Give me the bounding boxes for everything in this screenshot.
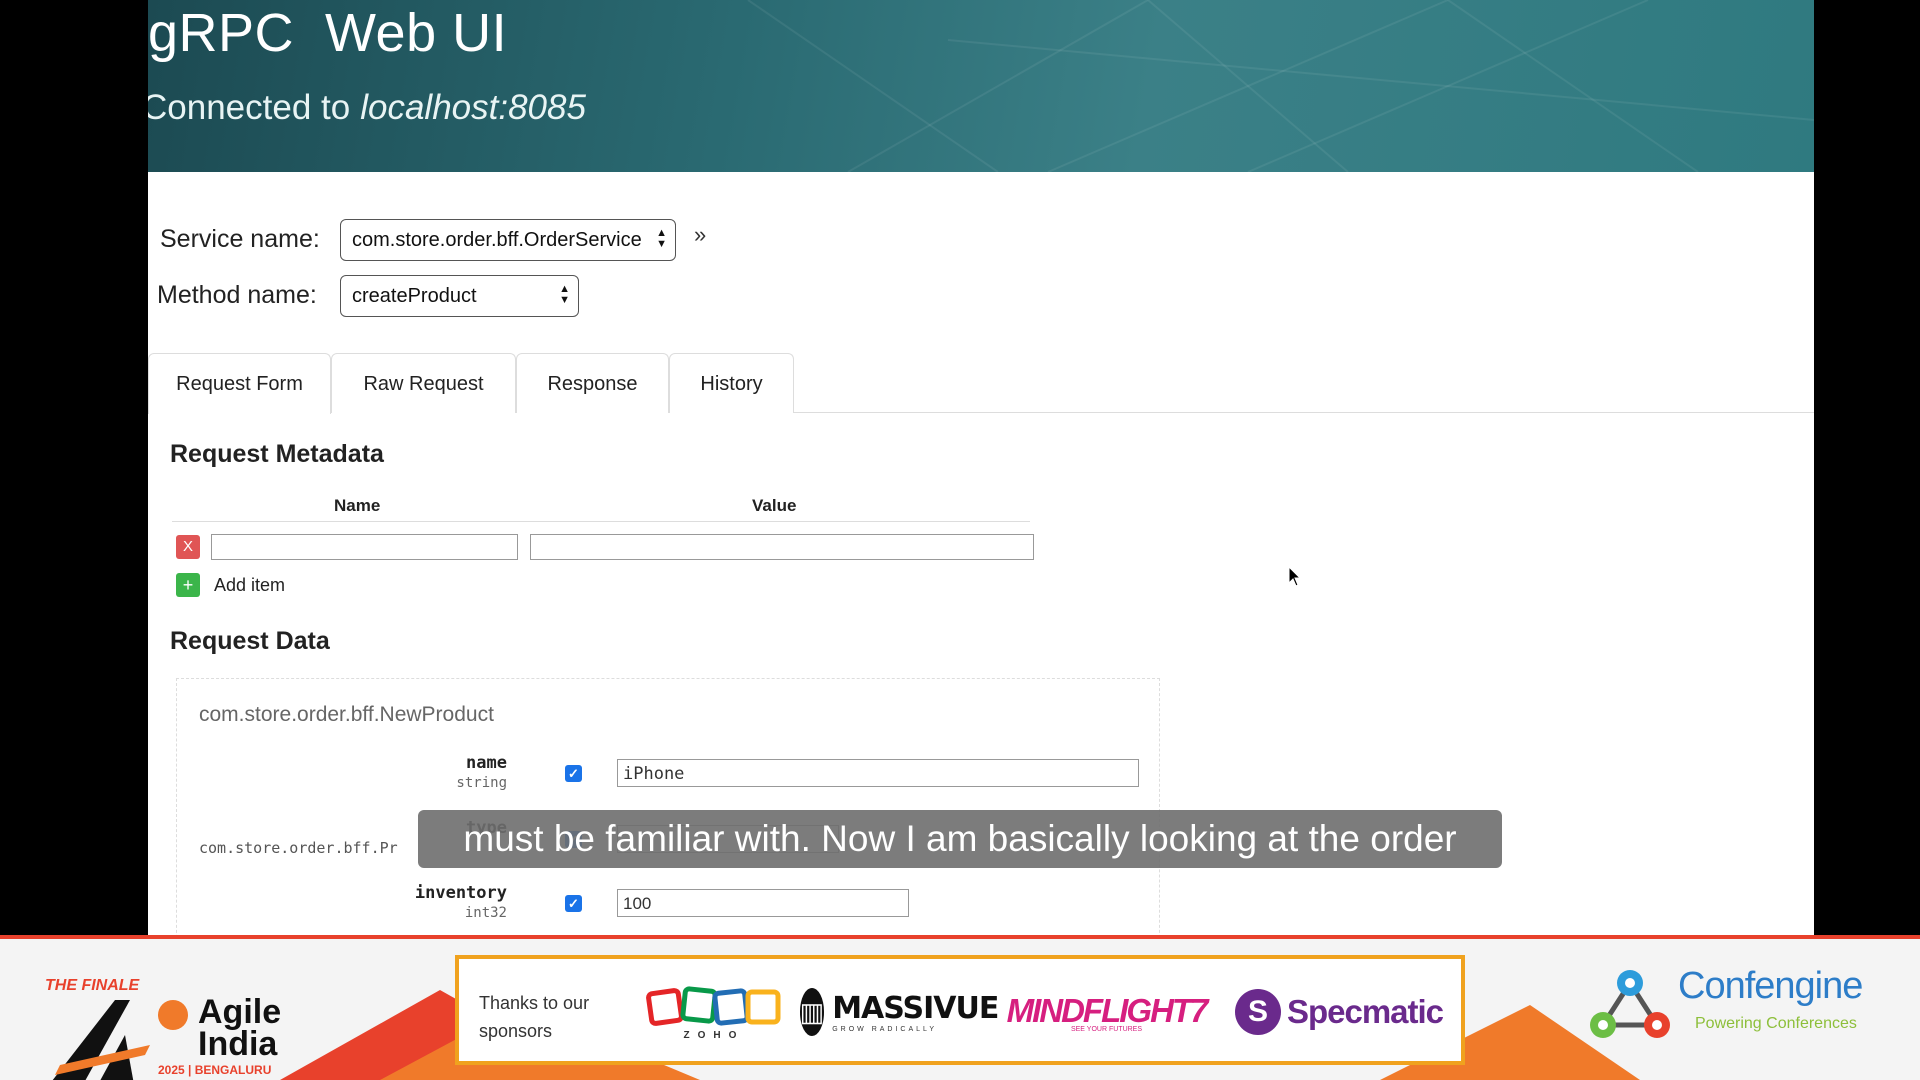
field-inventory-type-label: int32 (464, 905, 507, 921)
mindflight7-logo: MINDFLIGHT7 SEE YOUR FUTURES (1007, 979, 1209, 1045)
tab-request-form[interactable]: Request Form (148, 353, 331, 414)
event-name-2: India (198, 1025, 278, 1063)
request-data-form: com.store.order.bff.NewProduct name stri… (176, 678, 1160, 935)
field-inventory-label: inventory (414, 883, 507, 903)
agile-india-a-icon (52, 1000, 150, 1080)
connected-host: localhost:8085 (360, 88, 586, 127)
message-type-label: com.store.order.bff.NewProduct (199, 703, 494, 726)
enum-type-label: com.store.order.bff.Pr (199, 839, 398, 857)
expand-chevron-icon[interactable]: » (694, 222, 706, 248)
remove-metadata-button[interactable]: X (176, 535, 200, 559)
request-data-heading: Request Data (170, 627, 330, 655)
field-type-label: string (456, 775, 507, 791)
mouse-cursor-icon (1288, 566, 1302, 587)
tab-raw-request[interactable]: Raw Request (331, 353, 516, 413)
service-name-value: com.store.order.bff.OrderService (352, 229, 642, 251)
thanks-text: Thanks to our sponsors (479, 993, 590, 1041)
method-name-label: Method name: (157, 281, 317, 309)
grpc-web-ui-window: gRPC Web UI Connected to localhost:8085 S… (148, 0, 1814, 935)
specmatic-mark-icon: S (1234, 989, 1281, 1035)
mindflight7-wordmark: MINDFLIGHT7 (1006, 991, 1209, 1029)
field-name-checkbox[interactable]: ✓ (565, 765, 582, 782)
video-caption: must be familiar with. Now I am basicall… (418, 810, 1502, 868)
method-name-select[interactable]: createProduct ▲ ▼ (340, 275, 579, 317)
zoho-logo: ZOHO (644, 979, 784, 1045)
massivue-tagline: GROW RADICALLY (832, 1026, 938, 1033)
field-name-label: name (466, 753, 507, 773)
sponsor-box: Thanks to our sponsors ZOHO ▥ MASSIVUE G… (455, 955, 1465, 1065)
request-metadata-heading: Request Metadata (170, 440, 384, 468)
tab-history[interactable]: History (669, 353, 794, 413)
metadata-divider (172, 521, 1030, 522)
orange-dot (158, 1000, 188, 1030)
select-arrows-icon: ▲ ▼ (656, 227, 667, 250)
connected-prefix: Connected to (148, 88, 351, 127)
confengine-wordmark: Confengine (1678, 965, 1863, 1007)
event-year: 2025 | BENGALURU (158, 1063, 272, 1077)
massivue-logo: ▥ MASSIVUE GROW RADICALLY (799, 979, 999, 1045)
service-name-select[interactable]: com.store.order.bff.OrderService ▲ ▼ (340, 219, 676, 261)
zoho-squares-icon (646, 985, 781, 1026)
massivue-wordmark: MASSIVUE (832, 991, 999, 1026)
add-item-label[interactable]: Add item (214, 575, 285, 596)
service-name-label: Service name: (160, 225, 320, 253)
app-title: gRPC Web UI (148, 3, 508, 63)
confengine-logo: Confengine Powering Conferences (1585, 965, 1885, 1055)
field-inventory-input[interactable]: 100 (617, 889, 909, 917)
massivue-mark-icon: ▥ (799, 988, 825, 1036)
method-name-value: createProduct (352, 285, 477, 307)
connection-status: Connected to localhost:8085 (148, 88, 586, 128)
sponsor-banner: THE FINALE Agile India 2025 | BENGALURU … (0, 935, 1920, 1080)
select-arrows-icon: ▲ ▼ (559, 283, 570, 306)
agile-india-logo: THE FINALE Agile India 2025 | BENGALURU (40, 955, 282, 1080)
tab-bar: Request Form Raw Request Response Histor… (148, 353, 1814, 414)
field-name-input[interactable]: iPhone (617, 759, 1139, 787)
zoho-wordmark: ZOHO (683, 1029, 745, 1041)
add-item-button[interactable]: + (176, 573, 200, 597)
specmatic-wordmark: Specmatic (1286, 993, 1444, 1030)
confengine-mark-icon (1590, 970, 1670, 1038)
field-inventory-checkbox[interactable]: ✓ (565, 895, 582, 912)
tab-response[interactable]: Response (516, 353, 669, 413)
event-tag: THE FINALE (45, 977, 140, 994)
metadata-name-input[interactable] (211, 534, 518, 560)
metadata-value-input[interactable] (530, 534, 1034, 560)
app-header: gRPC Web UI Connected to localhost:8085 (148, 0, 1814, 172)
event-name-1: Agile (198, 993, 282, 1031)
metadata-value-column-header: Value (752, 496, 797, 515)
confengine-tagline: Powering Conferences (1695, 1015, 1857, 1032)
specmatic-logo: S Specmatic (1229, 979, 1449, 1045)
metadata-name-column-header: Name (334, 496, 381, 515)
mindflight7-tagline: SEE YOUR FUTURES (1070, 1025, 1143, 1033)
